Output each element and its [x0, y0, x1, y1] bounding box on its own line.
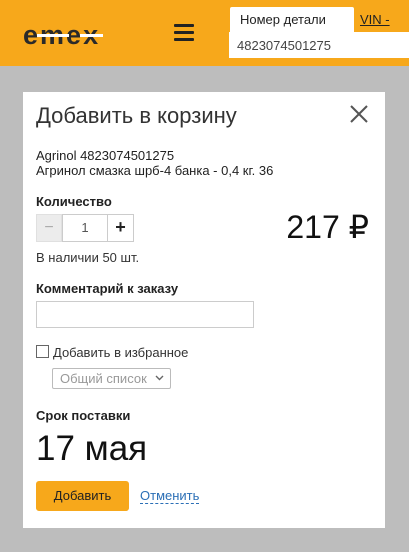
decrease-button[interactable]: − — [36, 214, 62, 242]
favorite-list-select[interactable]: Общий список — [52, 368, 171, 389]
quantity-label: Количество — [36, 194, 112, 209]
favorite-checkbox[interactable] — [36, 345, 49, 358]
emex-logo[interactable]: emex — [23, 20, 104, 50]
menu-icon[interactable] — [174, 24, 194, 42]
stock-text: В наличии 50 шт. — [36, 250, 140, 265]
search-input[interactable] — [229, 32, 409, 58]
close-icon[interactable] — [349, 104, 369, 124]
tab-part-number[interactable]: Номер детали — [229, 6, 355, 32]
product-brand-code: Agrinol 4823074501275 — [36, 148, 175, 163]
top-header: emex Номер детали VIN - номер — [0, 0, 409, 66]
add-button[interactable]: Добавить — [36, 481, 129, 511]
product-description: Агринол смазка шрб-4 банка - 0,4 кг. 36 — [36, 163, 274, 178]
delivery-label: Срок поставки — [36, 408, 131, 423]
cancel-link[interactable]: Отменить — [140, 488, 200, 504]
comment-label: Комментарий к заказу — [36, 281, 179, 296]
favorite-list-value: Общий список — [60, 371, 147, 386]
comment-field[interactable] — [36, 301, 254, 328]
chevron-down-icon — [155, 375, 164, 381]
quantity-input[interactable]: 1 — [62, 214, 108, 242]
delivery-date: 17 мая — [36, 429, 148, 468]
favorite-label: Добавить в избранное — [53, 345, 189, 360]
logo-text: emex — [23, 20, 104, 50]
add-to-cart-dialog: Добавить в корзину Agrinol 4823074501275… — [23, 92, 385, 528]
dialog-title: Добавить в корзину — [36, 103, 237, 128]
quantity-stepper: − 1 + — [36, 214, 134, 242]
price: 217 ₽ — [286, 209, 369, 245]
increase-button[interactable]: + — [108, 214, 134, 242]
favorite-row[interactable]: Добавить в избранное — [36, 345, 188, 361]
